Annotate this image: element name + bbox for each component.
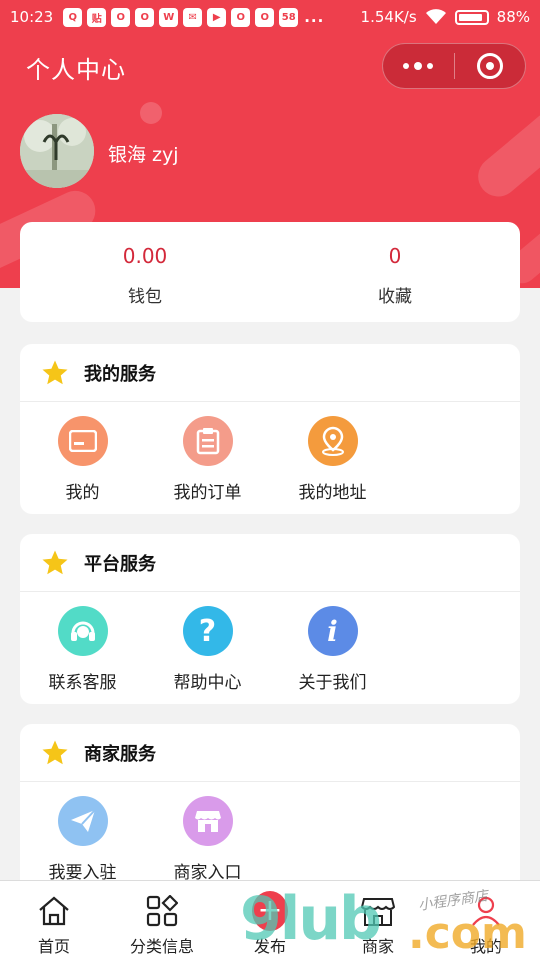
service-item-label: 帮助中心 <box>173 673 242 693</box>
target-icon <box>476 53 503 79</box>
favorites-stat[interactable]: 0 收藏 <box>270 222 520 322</box>
section-header: 商家服务 <box>20 724 520 782</box>
battery-icon <box>454 9 489 25</box>
service-item-label: 关于我们 <box>298 673 367 693</box>
battery-percent: 88% <box>496 8 530 26</box>
service-item-about-us[interactable]: i 关于我们 <box>270 606 395 693</box>
tab-home[interactable]: 首页 <box>0 881 108 960</box>
publish-plus-icon: + <box>252 891 288 931</box>
notification-app-icon: Q <box>63 7 83 27</box>
tab-publish[interactable]: + 发布 <box>216 881 324 960</box>
network-speed: 1.54K/s <box>360 8 417 26</box>
wifi-icon <box>425 9 446 24</box>
notification-app-icon: O <box>111 7 131 27</box>
wallet-label: 钱包 <box>128 287 162 307</box>
paper-plane-icon <box>57 796 108 846</box>
service-item-orders[interactable]: 我的订单 <box>145 416 270 503</box>
notification-app-icon: W <box>159 7 179 27</box>
avatar[interactable] <box>20 114 94 188</box>
status-more-indicator: ... <box>304 8 325 26</box>
tab-label: 首页 <box>37 937 70 956</box>
wallet-stat[interactable]: 0.00 钱包 <box>20 222 270 322</box>
more-dots-icon <box>427 63 434 69</box>
star-icon <box>42 550 68 574</box>
favorites-label: 收藏 <box>378 287 412 307</box>
notification-app-icon: 贴 <box>87 7 107 27</box>
platform-services-card: 平台服务 联系客服 ? 帮助中心 i 关于我们 <box>20 534 520 704</box>
user-icon <box>468 893 504 929</box>
star-icon <box>42 360 68 384</box>
notification-app-icon: O <box>231 7 251 27</box>
miniprogram-capsule <box>382 43 526 89</box>
decorative-bubble <box>140 102 162 124</box>
service-item-address[interactable]: 我的地址 <box>270 416 395 503</box>
service-item-join[interactable]: 我要入驻 <box>20 796 145 883</box>
avatar-image <box>20 114 94 188</box>
decorative-stripe <box>470 103 540 205</box>
question-icon: ? <box>182 606 233 656</box>
section-header: 我的服务 <box>20 344 520 402</box>
star-icon <box>42 740 68 764</box>
bottom-tab-bar: 首页 分类信息 + 发布 商家 我的 <box>0 880 540 960</box>
service-item-label: 我的地址 <box>298 483 367 503</box>
close-miniprogram-button[interactable] <box>455 43 526 89</box>
location-icon <box>307 416 358 466</box>
service-item-mine[interactable]: 我的 <box>20 416 145 503</box>
service-item-contact-support[interactable]: 联系客服 <box>20 606 145 693</box>
info-icon: i <box>307 606 358 656</box>
section-header: 平台服务 <box>20 534 520 592</box>
more-dots-icon <box>403 63 410 69</box>
service-item-label: 我的订单 <box>173 483 242 503</box>
notification-app-icon: 58 <box>279 7 299 27</box>
home-icon <box>36 893 72 929</box>
service-item-merchant-entry[interactable]: 商家入口 <box>145 796 270 883</box>
username: 银海 zyj <box>108 144 179 166</box>
tab-merchants[interactable]: 商家 <box>324 881 432 960</box>
stats-card: 0.00 钱包 0 收藏 <box>20 222 520 322</box>
category-icon <box>144 893 180 929</box>
merchant-services-card: 商家服务 我要入驻 商家入口 <box>20 724 520 894</box>
section-title: 平台服务 <box>84 553 156 575</box>
favorites-count: 0 <box>388 244 402 268</box>
tab-label: 我的 <box>469 937 502 956</box>
store-icon <box>182 796 233 846</box>
tab-categories[interactable]: 分类信息 <box>108 881 216 960</box>
status-bar: 10:23 Q 贴 O O W ✉ ▶ O O 58 ... 1.54K/s 8… <box>0 0 540 34</box>
notification-app-icon: O <box>135 7 155 27</box>
tab-label: 发布 <box>253 937 286 956</box>
tab-mine[interactable]: 我的 <box>432 881 540 960</box>
more-menu-button[interactable] <box>383 43 454 89</box>
service-item-help-center[interactable]: ? 帮助中心 <box>145 606 270 693</box>
headset-icon <box>57 606 108 656</box>
card-icon <box>57 416 108 466</box>
tab-label: 分类信息 <box>129 937 194 956</box>
clipboard-icon <box>182 416 233 466</box>
section-title: 商家服务 <box>84 743 156 765</box>
notification-app-icon: O <box>255 7 275 27</box>
service-item-label: 联系客服 <box>48 673 117 693</box>
service-item-label: 我的 <box>65 483 100 503</box>
notification-app-icon: ▶ <box>207 7 227 27</box>
add-icon: + <box>252 891 288 931</box>
section-title: 我的服务 <box>84 363 156 385</box>
tab-label: 商家 <box>361 937 394 956</box>
notification-app-icon: ✉ <box>183 7 203 27</box>
wallet-balance: 0.00 <box>122 244 168 268</box>
page-title: 个人中心 <box>26 56 126 84</box>
status-time: 10:23 <box>10 8 54 26</box>
my-services-card: 我的服务 我的 我的订单 我的地址 <box>20 344 520 514</box>
more-dots-icon <box>414 62 423 70</box>
notification-icons: Q 贴 O O W ✉ ▶ O O 58 <box>63 7 299 27</box>
shop-icon <box>360 893 396 929</box>
